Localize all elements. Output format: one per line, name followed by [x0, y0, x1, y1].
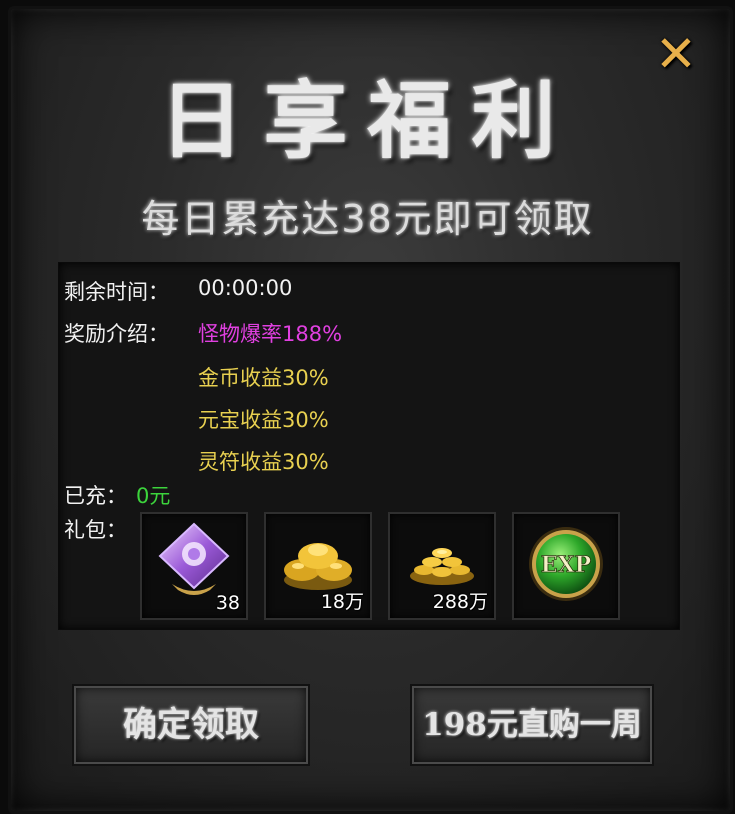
purple-crystal-icon — [158, 522, 230, 595]
gift-slot-coins[interactable]: 288万 — [388, 512, 496, 620]
panel-subtitle: 每日累充达38元即可领取 — [141, 197, 594, 241]
svg-text:EXP: EXP — [541, 552, 591, 578]
reward-intro-label: 奖励介绍： — [64, 322, 169, 346]
reward-ingot-income: 元宝收益30% — [198, 408, 329, 432]
gift-count: 18万 — [320, 591, 364, 613]
panel-title: 日享福利 — [159, 71, 576, 170]
reward-monster-drop-rate: 怪物爆率188% — [198, 322, 343, 346]
gift-count: 38 — [215, 592, 240, 614]
charged-value: 0元 — [136, 484, 171, 508]
remaining-time-value: 00:00:00 — [198, 276, 293, 300]
gift-slot-crystal[interactable]: 38 — [140, 512, 248, 620]
buy-week-button[interactable]: 198元直购一周 — [410, 684, 654, 766]
claim-button[interactable]: 确定领取 — [72, 684, 310, 766]
reward-talisman-income: 灵符收益30% — [198, 450, 329, 474]
gift-count: 288万 — [432, 591, 488, 613]
gift-slot-ingots[interactable]: 18万 — [264, 512, 372, 620]
gift-slot-exp[interactable]: EXP — [512, 512, 620, 620]
charged-label: 已充： — [64, 484, 127, 508]
exp-orb-icon: EXP — [529, 527, 603, 601]
gift-label: 礼包： — [64, 518, 127, 542]
remaining-time-label: 剩余时间： — [64, 280, 169, 304]
reward-gold-income: 金币收益30% — [198, 366, 329, 390]
